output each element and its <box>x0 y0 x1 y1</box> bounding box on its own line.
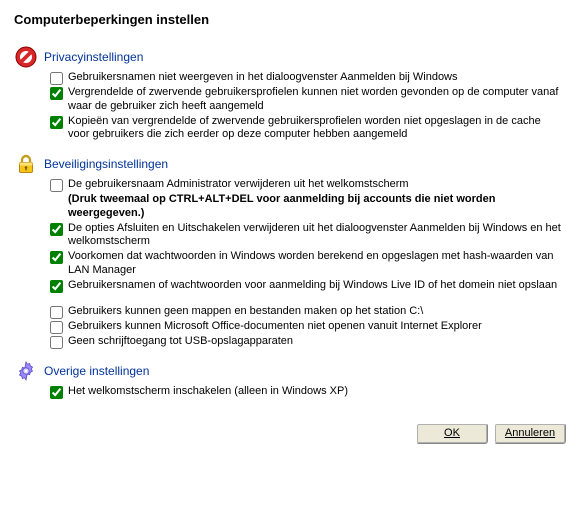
security-sub-0: (Druk tweemaal op CTRL+ALT+DEL voor aanm… <box>68 193 562 221</box>
security-item-3: Gebruikersnamen of wachtwoorden voor aan… <box>50 279 562 293</box>
section-header-privacy: Privacyinstellingen <box>14 45 562 69</box>
security-item-0: De gebruikersnaam Administrator verwijde… <box>50 178 562 192</box>
page-title: Computerbeperkingen instellen <box>14 12 562 27</box>
privacy-label-2: Kopieën van vergrendelde of zwervende ge… <box>68 115 562 143</box>
ok-button[interactable]: OK <box>416 423 488 444</box>
section-title-other: Overige instellingen <box>44 364 149 378</box>
section-header-security: Beveiligingsinstellingen <box>14 152 562 176</box>
section-privacy: Privacyinstellingen Gebruikersnamen niet… <box>14 45 562 142</box>
security-item-4: Gebruikers kunnen geen mappen en bestand… <box>50 305 562 319</box>
security-label-4: Gebruikers kunnen geen mappen en bestand… <box>68 305 562 319</box>
security-checkbox-5[interactable] <box>50 321 63 334</box>
security-label-1: De opties Afsluiten en Uitschakelen verw… <box>68 222 562 250</box>
other-label-0: Het welkomstscherm inschakelen (alleen i… <box>68 385 562 399</box>
security-label-3: Gebruikersnamen of wachtwoorden voor aan… <box>68 279 562 293</box>
privacy-checkbox-2[interactable] <box>50 116 63 129</box>
other-checkbox-0[interactable] <box>50 386 63 399</box>
privacy-checkbox-1[interactable] <box>50 87 63 100</box>
security-label-5: Gebruikers kunnen Microsoft Office-docum… <box>68 320 562 334</box>
button-row: OK Annuleren <box>0 419 576 452</box>
section-other: Overige instellingen Het welkomstscherm … <box>14 359 562 399</box>
security-checkbox-3[interactable] <box>50 280 63 293</box>
section-header-other: Overige instellingen <box>14 359 562 383</box>
section-body-other: Het welkomstscherm inschakelen (alleen i… <box>50 385 562 399</box>
privacy-item-1: Vergrendelde of zwervende gebruikersprof… <box>50 86 562 114</box>
security-label-6: Geen schrijftoegang tot USB-opslagappara… <box>68 335 562 349</box>
privacy-item-2: Kopieën van vergrendelde of zwervende ge… <box>50 115 562 143</box>
security-checkbox-1[interactable] <box>50 223 63 236</box>
privacy-label-0: Gebruikersnamen niet weergeven in het di… <box>68 71 562 85</box>
security-item-6: Geen schrijftoegang tot USB-opslagappara… <box>50 335 562 349</box>
section-body-privacy: Gebruikersnamen niet weergeven in het di… <box>50 71 562 142</box>
security-label-0: De gebruikersnaam Administrator verwijde… <box>68 178 562 192</box>
security-item-2: Voorkomen dat wachtwoorden in Windows wo… <box>50 250 562 278</box>
security-checkbox-2[interactable] <box>50 251 63 264</box>
privacy-label-1: Vergrendelde of zwervende gebruikersprof… <box>68 86 562 114</box>
privacy-item-0: Gebruikersnamen niet weergeven in het di… <box>50 71 562 85</box>
section-body-security: De gebruikersnaam Administrator verwijde… <box>50 178 562 349</box>
security-checkbox-6[interactable] <box>50 336 63 349</box>
forbidden-icon <box>14 45 38 69</box>
cancel-button[interactable]: Annuleren <box>494 423 566 444</box>
other-item-0: Het welkomstscherm inschakelen (alleen i… <box>50 385 562 399</box>
gear-icon <box>14 359 38 383</box>
privacy-checkbox-0[interactable] <box>50 72 63 85</box>
security-item-1: De opties Afsluiten en Uitschakelen verw… <box>50 222 562 250</box>
section-title-security: Beveiligingsinstellingen <box>44 157 168 171</box>
lock-icon <box>14 152 38 176</box>
dialog: Computerbeperkingen instellen Privacyins… <box>0 0 576 419</box>
security-item-5: Gebruikers kunnen Microsoft Office-docum… <box>50 320 562 334</box>
section-security: Beveiligingsinstellingen De gebruikersna… <box>14 152 562 349</box>
security-label-2: Voorkomen dat wachtwoorden in Windows wo… <box>68 250 562 278</box>
security-checkbox-4[interactable] <box>50 306 63 319</box>
section-title-privacy: Privacyinstellingen <box>44 50 143 64</box>
security-checkbox-0[interactable] <box>50 179 63 192</box>
